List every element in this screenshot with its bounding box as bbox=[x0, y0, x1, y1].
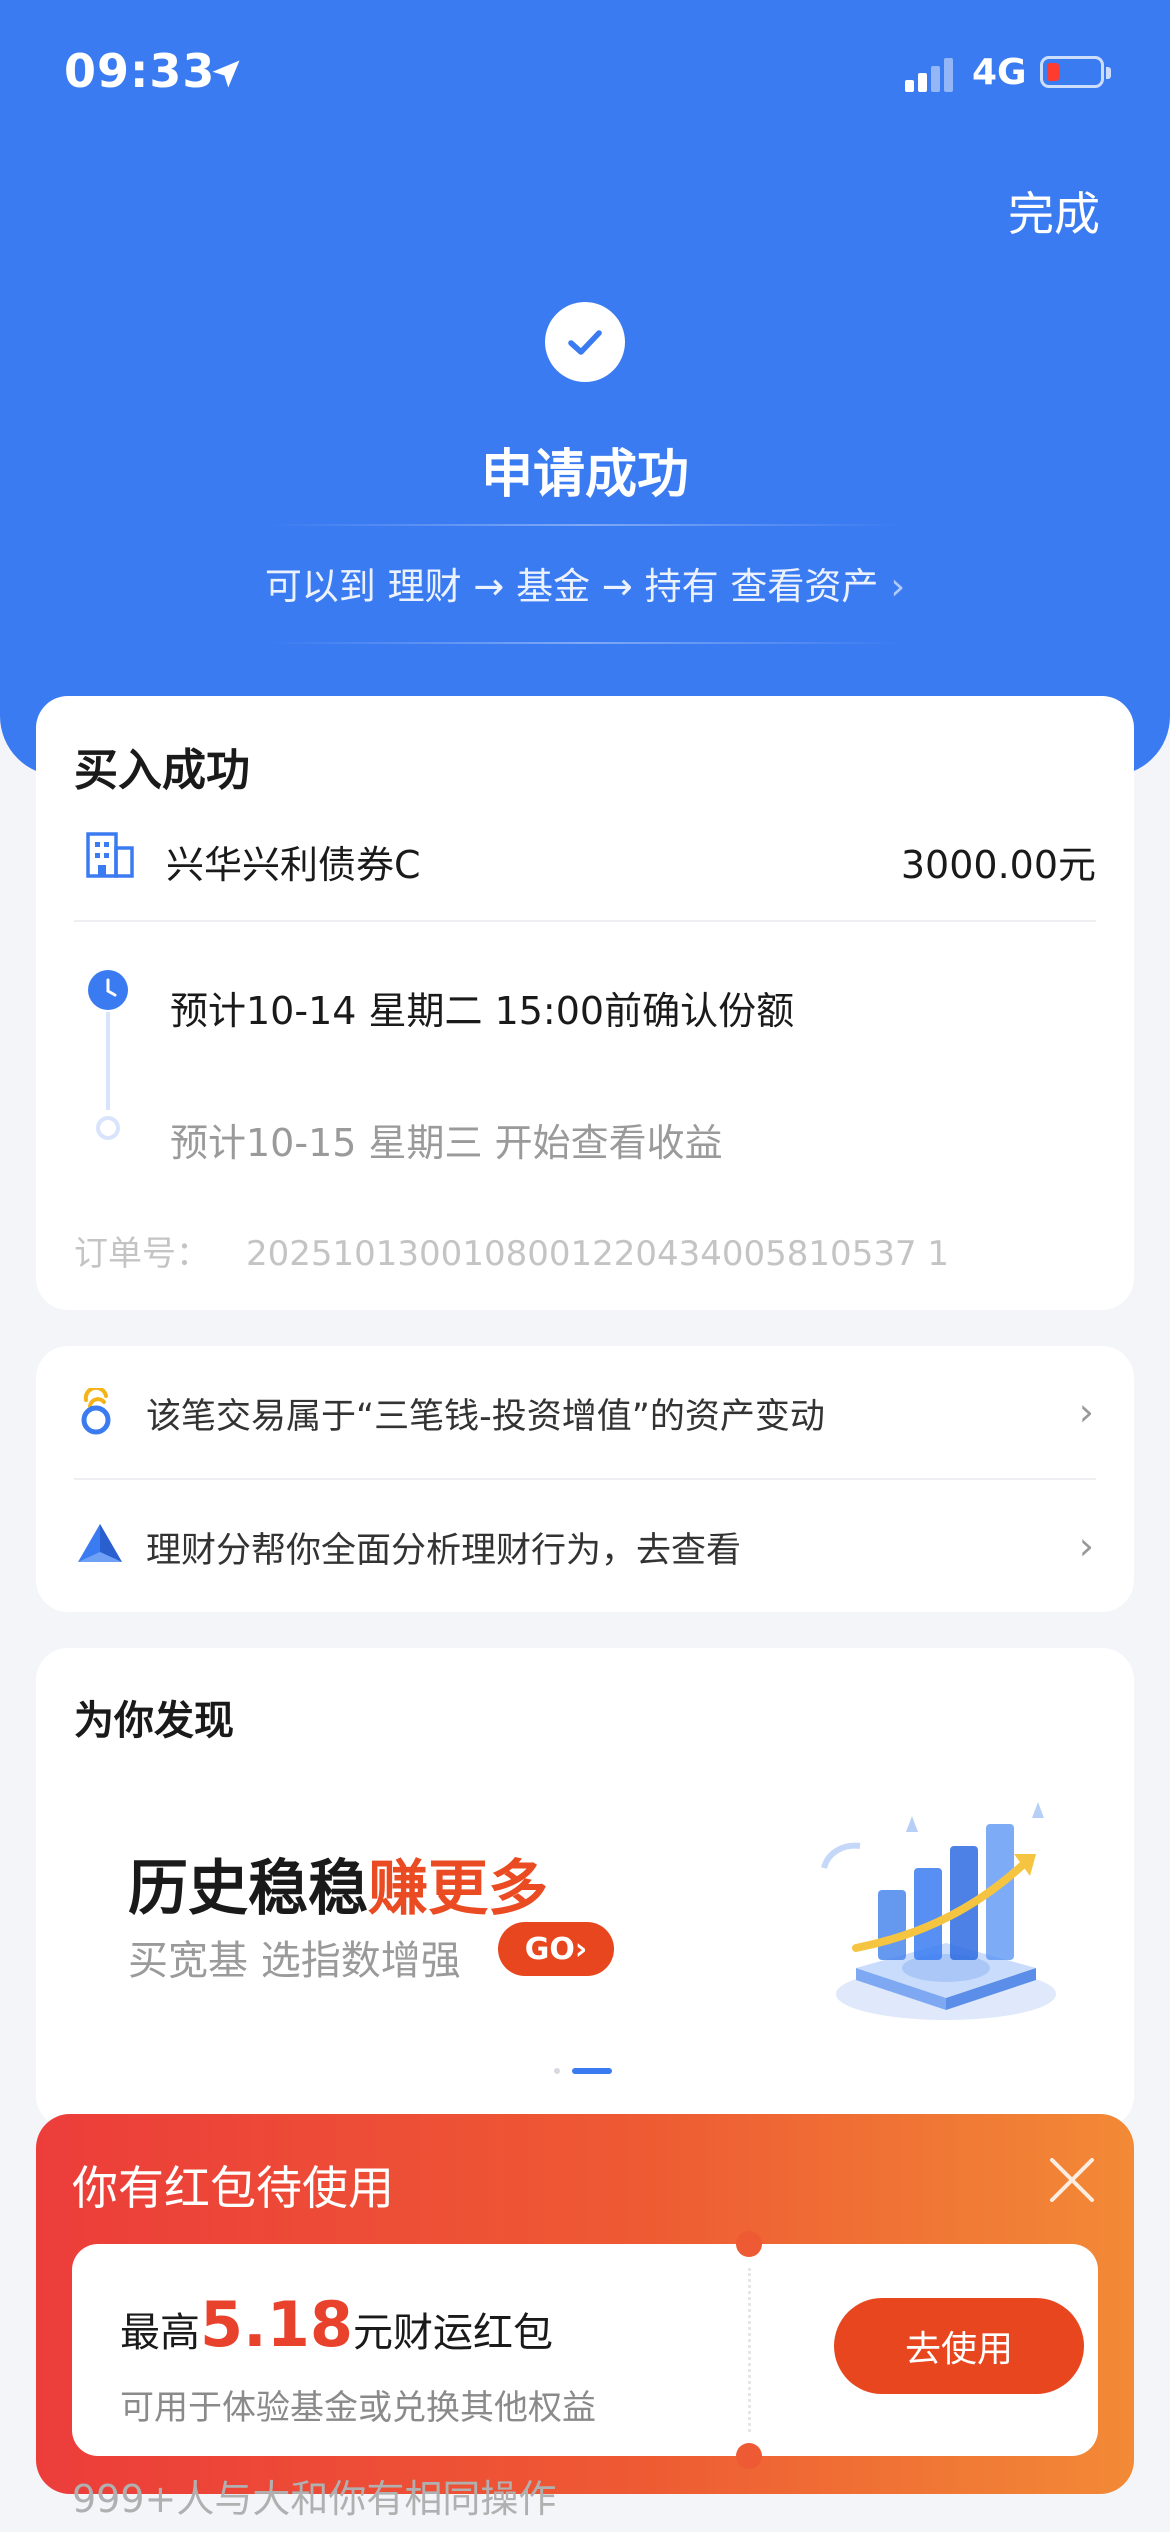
banner-heading[interactable]: 历史稳稳赚更多 bbox=[128, 1840, 548, 1927]
close-icon[interactable] bbox=[1046, 2154, 1098, 2206]
result-title: 申请成功 bbox=[480, 445, 689, 505]
discover-title: 为你发现 bbox=[74, 1698, 234, 1744]
view-assets-link[interactable]: 可以到 理财 → 基金 → 持有 查看资产 › bbox=[0, 556, 1170, 610]
asset-category-text: 该笔交易属于“三笔钱-投资增值”的资产变动 bbox=[146, 1397, 825, 1437]
fund-amount: 3000.00元 bbox=[900, 843, 1096, 887]
banner-go-button[interactable]: GO› bbox=[498, 1922, 614, 1976]
purchase-title: 买入成功 bbox=[74, 745, 250, 796]
clock-icon bbox=[88, 970, 128, 1010]
timeline-step-earnings: 预计10-15 星期三 开始查看收益 bbox=[170, 1121, 723, 1165]
location-arrow-icon bbox=[212, 60, 240, 88]
coupon-description: 可用于体验基金或兑换其他权益 bbox=[120, 2388, 596, 2428]
chart-growth-illustration-icon bbox=[821, 1802, 1056, 2020]
coupon-card: 最高5.18元财运红包 可用于体验基金或兑换其他权益 去使用 bbox=[72, 2231, 1098, 2469]
red-packet-title: 你有红包待使用 bbox=[72, 2161, 394, 2215]
done-button[interactable]: 完成 bbox=[1008, 178, 1100, 244]
battery-icon bbox=[1040, 56, 1111, 88]
use-coupon-button[interactable]: 去使用 bbox=[834, 2298, 1084, 2394]
divider bbox=[74, 920, 1096, 922]
divider bbox=[270, 524, 900, 526]
divider bbox=[270, 642, 900, 644]
building-icon bbox=[86, 832, 134, 878]
banner-heading-highlight: 赚更多 bbox=[368, 1854, 548, 1924]
hero-header: 09:33 4G 完成 申请成功 可以到 理财 → 基金 → 持有 查看资产 › bbox=[0, 0, 1170, 776]
timeline-step-confirm: 预计10-14 星期二 15:00前确认份额 bbox=[170, 989, 795, 1033]
timeline-dot bbox=[96, 1116, 120, 1140]
chevron-right-icon: › bbox=[1078, 1524, 1094, 1568]
finance-score-icon bbox=[78, 1524, 122, 1562]
asset-category-link[interactable]: 该笔交易属于“三笔钱-投资增值”的资产变动 › bbox=[36, 1346, 1134, 1478]
chevron-right-icon: › bbox=[1078, 1390, 1094, 1434]
success-check-icon bbox=[545, 302, 625, 382]
banner-heading-part: 历史稳稳 bbox=[128, 1854, 368, 1924]
coupon-notch bbox=[736, 2443, 762, 2469]
fund-name: 兴华兴利债券C bbox=[166, 843, 421, 887]
order-label: 订单号： bbox=[74, 1234, 210, 1274]
links-card: 该笔交易属于“三笔钱-投资增值”的资产变动 › 理财分帮你全面分析理财行为，去查… bbox=[36, 1346, 1134, 1612]
order-number-row: 订单号： 2025101300108001220434005810537 1 bbox=[74, 1226, 949, 1275]
timeline-line bbox=[106, 1012, 110, 1110]
signal-icon bbox=[905, 58, 953, 92]
peek-text: 999+人与大和你有相同操作 bbox=[72, 2477, 557, 2521]
coupon-amount: 5.18 bbox=[200, 2288, 353, 2361]
coupon-prefix: 最高 bbox=[120, 2310, 200, 2356]
banner-subtitle: 买宽基 选指数增强 bbox=[128, 1938, 461, 1984]
chevron-right-icon: › bbox=[890, 565, 906, 608]
status-bar: 09:33 4G bbox=[0, 0, 1170, 140]
order-number: 2025101300108001220434005810537 1 bbox=[246, 1234, 950, 1274]
network-type: 4G bbox=[972, 52, 1027, 93]
carousel-indicator bbox=[554, 2068, 612, 2074]
finance-score-link[interactable]: 理财分帮你全面分析理财行为，去查看 › bbox=[36, 1480, 1134, 1612]
status-time: 09:33 bbox=[64, 44, 216, 98]
coupon-notch bbox=[736, 2231, 762, 2257]
coupon-perforation bbox=[748, 2268, 751, 2432]
coupon-suffix: 元财运红包 bbox=[352, 2310, 553, 2356]
coupon-headline: 最高5.18元财运红包 bbox=[120, 2288, 553, 2361]
view-assets-text: 可以到 理财 → 基金 → 持有 查看资产 bbox=[264, 565, 879, 608]
purchase-card: 买入成功 兴华兴利债券C 3000.00元 预计10-14 星期二 15:00前… bbox=[36, 696, 1134, 1310]
discover-card: 为你发现 历史稳稳赚更多 买宽基 选指数增强 GO› bbox=[36, 1648, 1134, 2128]
red-packet-popup: 你有红包待使用 最高5.18元财运红包 可用于体验基金或兑换其他权益 去使用 bbox=[36, 2114, 1134, 2494]
finance-score-text: 理财分帮你全面分析理财行为，去查看 bbox=[146, 1531, 742, 1571]
three-money-icon bbox=[81, 1388, 111, 1435]
